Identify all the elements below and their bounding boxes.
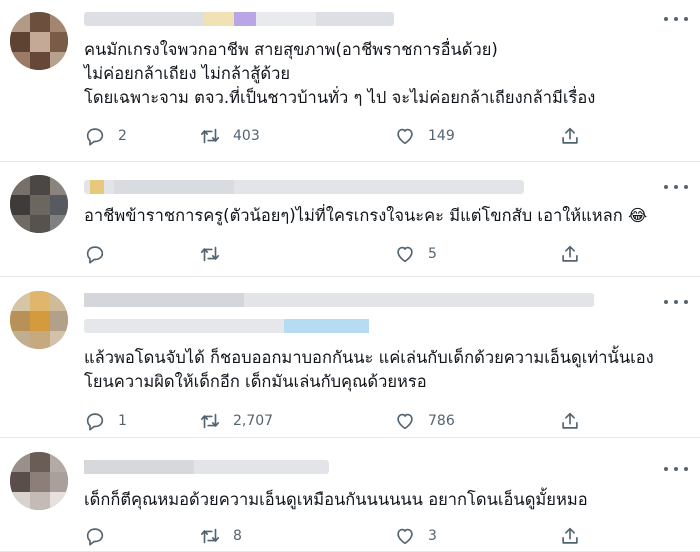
retweet-button[interactable]: 2,707 xyxy=(199,409,273,433)
like-count: 5 xyxy=(428,246,437,262)
like-button[interactable]: 3 xyxy=(394,524,437,548)
retweet-icon xyxy=(200,128,220,144)
blurred-username xyxy=(84,460,329,474)
heart-icon xyxy=(397,246,413,263)
avatar[interactable] xyxy=(10,175,68,233)
like-button[interactable]: 5 xyxy=(394,242,437,266)
tweet-actions: 2 403 149 xyxy=(84,124,604,148)
reply-icon xyxy=(86,128,104,146)
share-icon xyxy=(562,127,578,144)
tweet-text: เด็กก็ตีคุณหมอด้วยความเอ็นดูเหมือนกันนนน… xyxy=(84,488,680,512)
share-button[interactable] xyxy=(559,124,581,148)
tweet-text: แล้วพอโดนจับได้ ก็ชอบออกมาบอกกันนะ แค่เล… xyxy=(84,346,680,394)
retweet-icon xyxy=(200,413,220,429)
more-icon[interactable] xyxy=(664,295,688,309)
blurred-username xyxy=(84,12,394,26)
tweet-2[interactable]: อาชีพข้าราชการครู(ตัวน้อยๆ)ไม่ที่ใครเกรง… xyxy=(0,162,700,277)
retweet-count: 403 xyxy=(233,128,260,144)
tweet-3[interactable]: แล้วพอโดนจับได้ ก็ชอบออกมาบอกกันนะ แค่เล… xyxy=(0,277,700,438)
reply-button[interactable] xyxy=(84,524,118,548)
like-button[interactable]: 786 xyxy=(394,409,455,433)
retweet-icon xyxy=(200,246,220,262)
tweet-text-line: อาชีพข้าราชการครู(ตัวน้อยๆ)ไม่ที่ใครเกรง… xyxy=(84,206,648,225)
reply-count: 1 xyxy=(118,413,127,429)
tweet-actions: 8 3 xyxy=(84,524,604,548)
tweet-4[interactable]: เด็กก็ตีคุณหมอด้วยความเอ็นดูเหมือนกันนนน… xyxy=(0,438,700,552)
heart-icon xyxy=(397,128,413,145)
reply-count: 2 xyxy=(118,128,127,144)
share-button[interactable] xyxy=(559,524,581,548)
reply-button[interactable]: 1 xyxy=(84,409,127,433)
retweet-button[interactable]: 8 xyxy=(199,524,242,548)
tweet-text-line: แล้วพอโดนจับได้ ก็ชอบออกมาบอกกันนะ แค่เล… xyxy=(84,348,654,367)
tweet-text-line: โดยเฉพาะจาม ตจว.ที่เป็นชาวบ้านทั่ว ๆ ไป … xyxy=(84,88,596,107)
more-icon[interactable] xyxy=(664,12,688,26)
share-button[interactable] xyxy=(559,409,581,433)
like-count: 786 xyxy=(428,413,455,429)
tweet-text-line: โยนความผิดให้เด็กอีก เด็กมันเล่นกับคุณด้… xyxy=(84,372,427,391)
blurred-username xyxy=(84,293,594,307)
share-icon xyxy=(562,527,578,544)
like-count: 149 xyxy=(428,128,455,144)
share-icon xyxy=(562,412,578,429)
reply-icon xyxy=(86,246,104,264)
tweet-text-line: ไม่ค่อยกล้าเถียง ไม่กล้าสู้ด้วย xyxy=(84,64,291,83)
reply-icon xyxy=(86,528,104,546)
tweet-actions: 5 xyxy=(84,242,604,266)
avatar[interactable] xyxy=(10,452,68,510)
tweet-text: คนมักเกรงใจพวกอาชีพ สายสุขภาพ(อาชีพราชกา… xyxy=(84,38,680,110)
tweet-actions: 1 2,707 786 xyxy=(84,409,604,433)
tweet-text-line: คนมักเกรงใจพวกอาชีพ สายสุขภาพ(อาชีพราชกา… xyxy=(84,40,498,59)
retweet-button[interactable]: 403 xyxy=(199,124,260,148)
retweet-count: 2,707 xyxy=(233,413,274,429)
avatar[interactable] xyxy=(10,291,68,349)
retweet-icon xyxy=(200,528,220,544)
avatar[interactable] xyxy=(10,12,68,70)
retweet-count: 8 xyxy=(233,528,242,544)
tweet-text: อาชีพข้าราชการครู(ตัวน้อยๆ)ไม่ที่ใครเกรง… xyxy=(84,204,680,228)
like-button[interactable]: 149 xyxy=(394,124,455,148)
heart-icon xyxy=(397,528,413,545)
reply-button[interactable]: 2 xyxy=(84,124,127,148)
heart-icon xyxy=(397,413,413,430)
share-icon xyxy=(562,245,578,262)
tweet-1[interactable]: คนมักเกรงใจพวกอาชีพ สายสุขภาพ(อาชีพราชกา… xyxy=(0,0,700,162)
like-count: 3 xyxy=(428,528,437,544)
share-button[interactable] xyxy=(559,242,581,266)
more-icon[interactable] xyxy=(664,462,688,476)
retweet-button[interactable] xyxy=(199,242,233,266)
blurred-handle xyxy=(84,319,369,333)
reply-button[interactable] xyxy=(84,242,118,266)
reply-icon xyxy=(86,413,104,431)
more-icon[interactable] xyxy=(664,180,688,194)
tweet-text-line: เด็กก็ตีคุณหมอด้วยความเอ็นดูเหมือนกันนนน… xyxy=(84,490,588,509)
blurred-username xyxy=(84,180,524,194)
